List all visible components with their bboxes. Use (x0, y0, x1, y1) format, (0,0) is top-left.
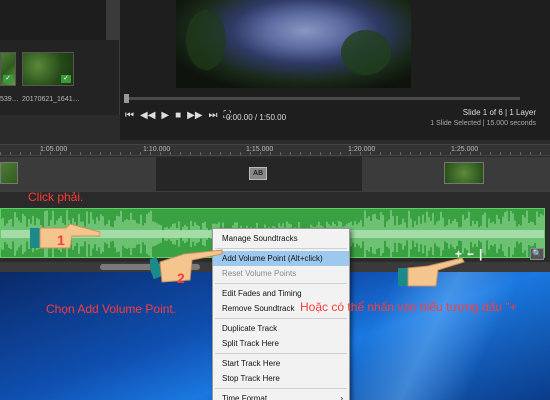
menu-item-stop-track-here[interactable]: Stop Track Here (213, 371, 349, 386)
menu-item-edit-fades-and-timing[interactable]: Edit Fades and Timing (213, 286, 349, 301)
marker-icon[interactable]: | (479, 248, 482, 260)
zoom-icon[interactable]: 🔍 (530, 248, 544, 260)
menu-item-label: Time Format (222, 394, 268, 400)
media-panel: ✓ ✓ 539… 20170621_1641… (0, 0, 120, 115)
menu-item-reset-volume-points: Reset Volume Points (213, 266, 349, 281)
scrubber-handle[interactable] (124, 94, 129, 103)
menu-item-label: Split Track Here (222, 339, 279, 348)
media-panel-top (0, 0, 106, 40)
step-number: 2 (177, 270, 185, 286)
slide-selection-info: 1 Slide Selected | 15.000 seconds (430, 120, 536, 127)
menu-item-label: Reset Volume Points (222, 269, 297, 278)
ruler-ticks (0, 152, 550, 155)
preview-panel: ⏮ ◀◀ ▶ ■ ▶▶ ⏭ ⛶ 0:00.00 / 1:50.00 Slide … (120, 0, 550, 140)
pointing-hand-icon (150, 249, 223, 283)
pointing-hand-icon (398, 257, 465, 287)
media-thumbnail[interactable]: ✓ (0, 52, 16, 86)
skip-start-icon[interactable]: ⏮ (125, 110, 134, 121)
menu-item-label: Stop Track Here (222, 374, 280, 383)
forward-icon[interactable]: ▶▶ (187, 110, 202, 121)
menu-item-label: Remove Soundtrack (222, 304, 295, 313)
annotation-or-plus: Hoặc có thể nhấn vào biểu tượng dấu "+ (300, 300, 517, 314)
check-icon: ✓ (3, 75, 13, 83)
media-thumbnail[interactable]: ✓ (22, 52, 74, 86)
timeline-ruler[interactable]: 1:05.000 1:10.000 1:15.000 1:20.000 1:25… (0, 144, 550, 156)
playback-controls: ⏮ ◀◀ ▶ ■ ▶▶ ⏭ ⛶ (125, 110, 231, 121)
check-icon: ✓ (61, 75, 71, 83)
slide-thumbnail[interactable] (0, 162, 18, 184)
rewind-icon[interactable]: ◀◀ (140, 110, 155, 121)
remove-volume-point-icon[interactable]: − (467, 248, 474, 260)
media-thumbnail-caption: 539… (0, 96, 19, 103)
menu-item-start-track-here[interactable]: Start Track Here (213, 356, 349, 371)
preview-scrubber[interactable] (124, 94, 520, 103)
menu-separator (215, 388, 347, 389)
transition-icon[interactable]: AB (249, 167, 267, 180)
menu-item-label: Start Track Here (222, 359, 281, 368)
menu-item-label: Edit Fades and Timing (222, 289, 302, 298)
menu-item-label: Manage Soundtracks (222, 234, 298, 243)
menu-separator (215, 248, 347, 249)
stop-icon[interactable]: ■ (175, 110, 181, 121)
media-scrollbar[interactable] (106, 0, 120, 40)
context-menu: Manage Soundtracks Add Volume Point (Alt+… (212, 228, 350, 400)
menu-item-split-track-here[interactable]: Split Track Here (213, 336, 349, 351)
menu-item-add-volume-point-alt-click[interactable]: Add Volume Point (Alt+click) (213, 251, 349, 266)
slide-thumbnail[interactable] (444, 162, 484, 184)
menu-item-label: Add Volume Point (Alt+click) (222, 254, 323, 263)
menu-separator (215, 353, 347, 354)
pointing-hand-icon (30, 223, 101, 249)
menu-item-label: Duplicate Track (222, 324, 278, 333)
annotation-choose-add: Chọn Add Volume Point. (46, 302, 177, 316)
time-readout: 0:00.00 / 1:50.00 (226, 113, 287, 122)
menu-separator (215, 283, 347, 284)
slide-clip[interactable] (0, 157, 156, 191)
play-icon[interactable]: ▶ (161, 110, 169, 121)
annotation-right-click: Click phải. (28, 190, 84, 204)
menu-item-duplicate-track[interactable]: Duplicate Track (213, 321, 349, 336)
step-number: 1 (57, 232, 65, 248)
slide-info: Slide 1 of 6 | 1 Layer (462, 108, 536, 117)
media-thumbnail-caption: 20170621_1641… (22, 96, 80, 103)
skip-end-icon[interactable]: ⏭ (209, 110, 218, 121)
menu-item-manage-soundtracks[interactable]: Manage Soundtracks (213, 231, 349, 246)
submenu-arrow-icon: › (340, 394, 343, 400)
slide-track[interactable]: AB (0, 157, 550, 191)
menu-separator (215, 318, 347, 319)
preview-image (176, 0, 411, 88)
menu-item-time-format[interactable]: Time Format › (213, 391, 349, 400)
